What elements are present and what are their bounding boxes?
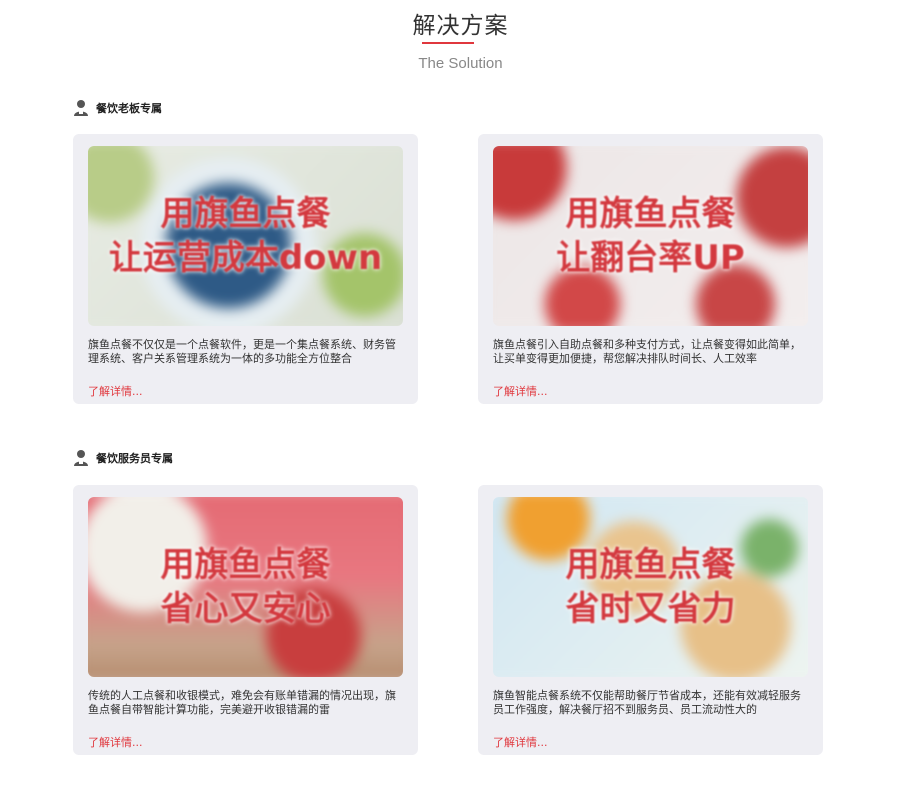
- learn-more-link[interactable]: 了解详情...: [88, 734, 143, 750]
- section-label-owner: 餐饮老板专属: [73, 98, 162, 118]
- card-image: 用旗鱼点餐 让翻台率UP: [493, 146, 808, 326]
- card-description: 旗鱼点餐引入自助点餐和多种支付方式，让点餐变得如此简单，让买单变得更加便捷，帮您…: [493, 338, 801, 365]
- card-caption-line1: 用旗鱼点餐: [160, 194, 331, 234]
- section-label-text: 餐饮服务员专属: [96, 452, 173, 465]
- card-caption-line2: 让翻台率UP: [556, 238, 745, 278]
- card-caption-line1: 用旗鱼点餐: [565, 194, 736, 234]
- card-description: 传统的人工点餐和收银模式，难免会有账单错漏的情况出现，旗鱼点餐自带智能计算功能，…: [88, 689, 396, 716]
- card-description: 旗鱼点餐不仅仅是一个点餐软件，更是一个集点餐系统、财务管理系统、客户关系管理系统…: [88, 338, 396, 365]
- solution-card-time[interactable]: 用旗鱼点餐 省时又省力 旗鱼智能点餐系统不仅能帮助餐厅节省成本，还能有效减轻服务…: [478, 485, 823, 755]
- learn-more-link[interactable]: 了解详情...: [493, 383, 548, 399]
- card-caption-line2: 让运营成本down: [108, 238, 383, 278]
- card-image: 用旗鱼点餐 省时又省力: [493, 497, 808, 677]
- card-image: 用旗鱼点餐 让运营成本down: [88, 146, 403, 326]
- section-label-waiter: 餐饮服务员专属: [73, 448, 173, 468]
- section-label-text: 餐饮老板专属: [96, 102, 162, 115]
- card-image: 用旗鱼点餐 省心又安心: [88, 497, 403, 677]
- solution-card-cost[interactable]: 用旗鱼点餐 让运营成本down 旗鱼点餐不仅仅是一个点餐软件，更是一个集点餐系统…: [73, 134, 418, 404]
- title-underline: [422, 42, 474, 44]
- card-caption-line1: 用旗鱼点餐: [565, 545, 736, 585]
- card-description: 旗鱼智能点餐系统不仅能帮助餐厅节省成本，还能有效减轻服务员工作强度，解决餐厅招不…: [493, 689, 801, 716]
- user-icon: [74, 450, 88, 466]
- card-caption-line2: 省时又省力: [565, 589, 736, 629]
- learn-more-link[interactable]: 了解详情...: [493, 734, 548, 750]
- page-subtitle: The Solution: [418, 55, 503, 72]
- card-caption-line1: 用旗鱼点餐: [160, 545, 331, 585]
- page-title: 解决方案: [412, 13, 509, 39]
- user-icon: [74, 100, 88, 116]
- learn-more-link[interactable]: 了解详情...: [88, 383, 143, 399]
- solution-card-turnover[interactable]: 用旗鱼点餐 让翻台率UP 旗鱼点餐引入自助点餐和多种支付方式，让点餐变得如此简单…: [478, 134, 823, 404]
- solution-card-peace[interactable]: 用旗鱼点餐 省心又安心 传统的人工点餐和收银模式，难免会有账单错漏的情况出现，旗…: [73, 485, 418, 755]
- card-caption-line2: 省心又安心: [160, 589, 331, 629]
